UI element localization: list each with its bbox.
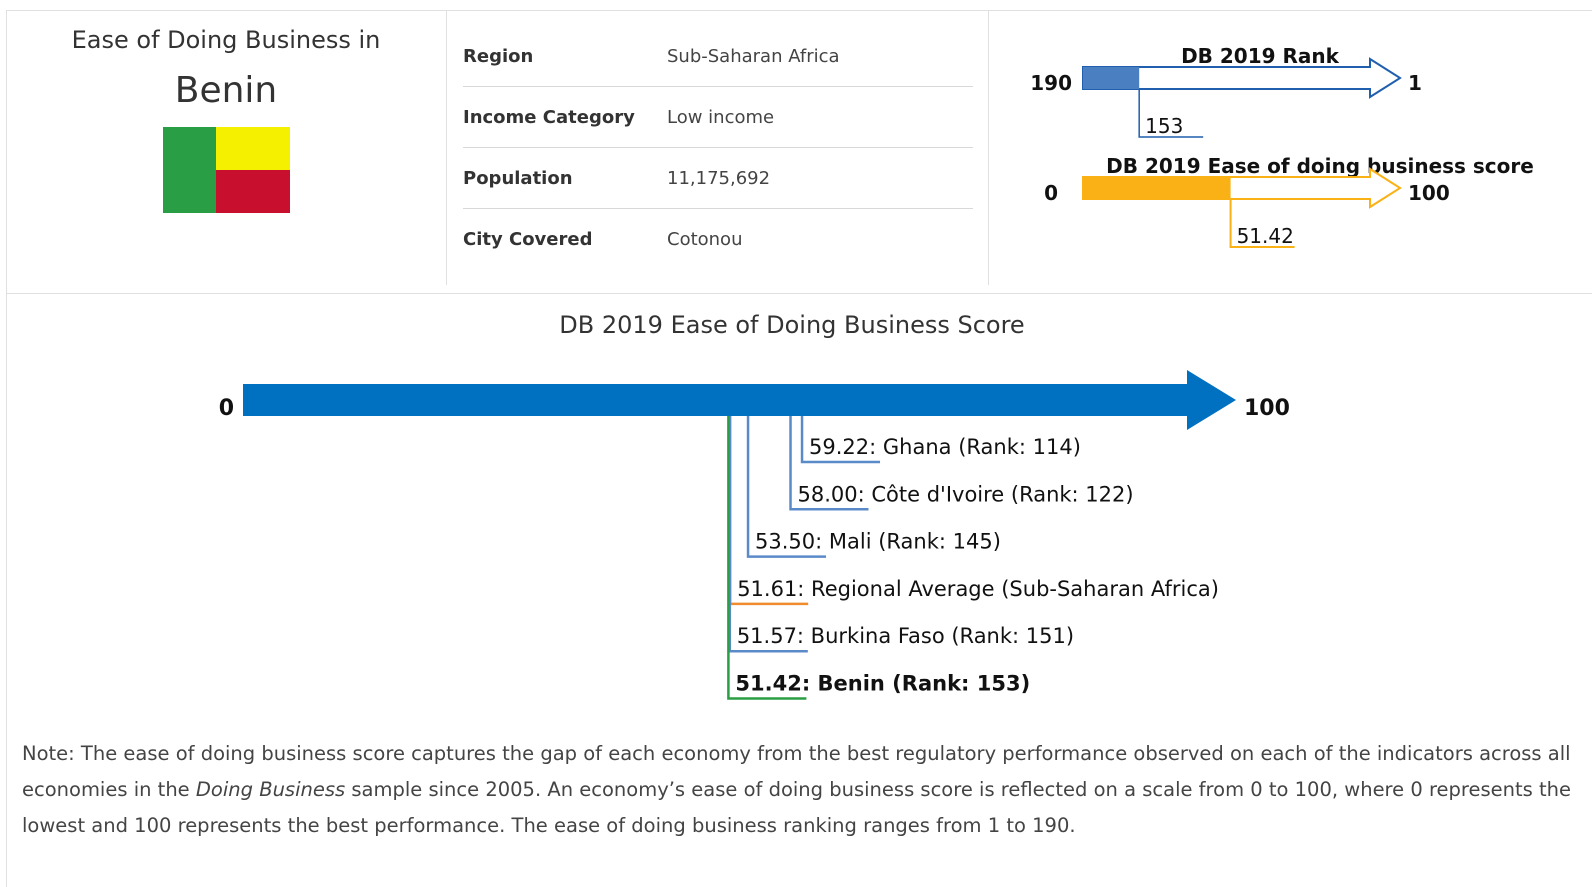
flag-image (163, 127, 290, 213)
info-label: Region (463, 45, 534, 67)
info-row-region: Region Sub-Saharan Africa (463, 26, 973, 87)
score-marker-label: 53.50: Mali (Rank: 145) (755, 530, 1001, 554)
info-row-income: Income Category Low income (463, 87, 973, 148)
flag-bottom-band (216, 170, 290, 213)
rank-gauge: DB 2019 Rank 190 1 153 (1030, 44, 1422, 138)
score-chart: DB 2019 Ease of Doing Business Score 0 1… (219, 311, 1290, 700)
score-marker-label: 51.61: Regional Average (Sub-Saharan Afr… (737, 577, 1219, 601)
flag-top-band (216, 127, 290, 170)
info-row-population: Population 11,175,692 (463, 148, 973, 209)
score-marker-label: 51.42: Benin (Rank: 153) (735, 672, 1030, 696)
info-label: Population (463, 167, 573, 189)
rank-gauge-worst-label: 190 (1030, 71, 1072, 95)
score-axis-arrow (243, 370, 1236, 430)
column-divider (446, 10, 447, 285)
info-label: City Covered (463, 229, 593, 250)
score-gauge-value: 51.42 (1237, 224, 1294, 248)
score-gauge-min-label: 0 (1044, 181, 1058, 205)
score-gauge-title: DB 2019 Ease of doing business score (1106, 154, 1534, 178)
axis-min-label: 0 (219, 396, 234, 421)
note-text: Note: The ease of doing business score c… (22, 736, 1582, 844)
column-divider (988, 10, 989, 285)
chart-title: DB 2019 Ease of Doing Business Score (559, 311, 1024, 339)
note-text-italic: Doing Business (195, 778, 346, 801)
score-marker-label: 59.22: Ghana (Rank: 114) (809, 435, 1081, 459)
country-caption: Ease of Doing Business in (71, 26, 381, 54)
score-gauge: DB 2019 Ease of doing business score 0 1… (1044, 154, 1534, 248)
rank-gauge-title: DB 2019 Rank (1181, 44, 1340, 68)
info-value: Low income (667, 106, 775, 128)
score-marker-label: 51.57: Burkina Faso (Rank: 151) (737, 624, 1074, 648)
info-label: Income Category (463, 106, 635, 128)
section-divider (6, 293, 1592, 294)
info-table: Region Sub-Saharan Africa Income Categor… (463, 26, 973, 270)
rank-gauge-value: 153 (1145, 114, 1183, 138)
score-marker-label: 58.00: Côte d'Ivoire (Rank: 122) (798, 482, 1134, 506)
rank-gauge-best-label: 1 (1408, 71, 1422, 95)
country-name: Benin (174, 70, 278, 111)
axis-max-label: 100 (1244, 396, 1290, 421)
flag-hoist-band (163, 127, 216, 213)
info-value: Sub-Saharan Africa (667, 45, 840, 67)
info-value: Cotonou (667, 229, 743, 250)
score-markers: 59.22: Ghana (Rank: 114) 58.00: Côte d'Iv… (727, 416, 1219, 700)
score-gauge-max-label: 100 (1408, 181, 1450, 205)
score-gauge-fill (1083, 177, 1231, 199)
info-row-city: City Covered Cotonou (463, 209, 973, 270)
info-value: 11,175,692 (667, 167, 771, 189)
rank-gauge-fill (1083, 67, 1140, 89)
